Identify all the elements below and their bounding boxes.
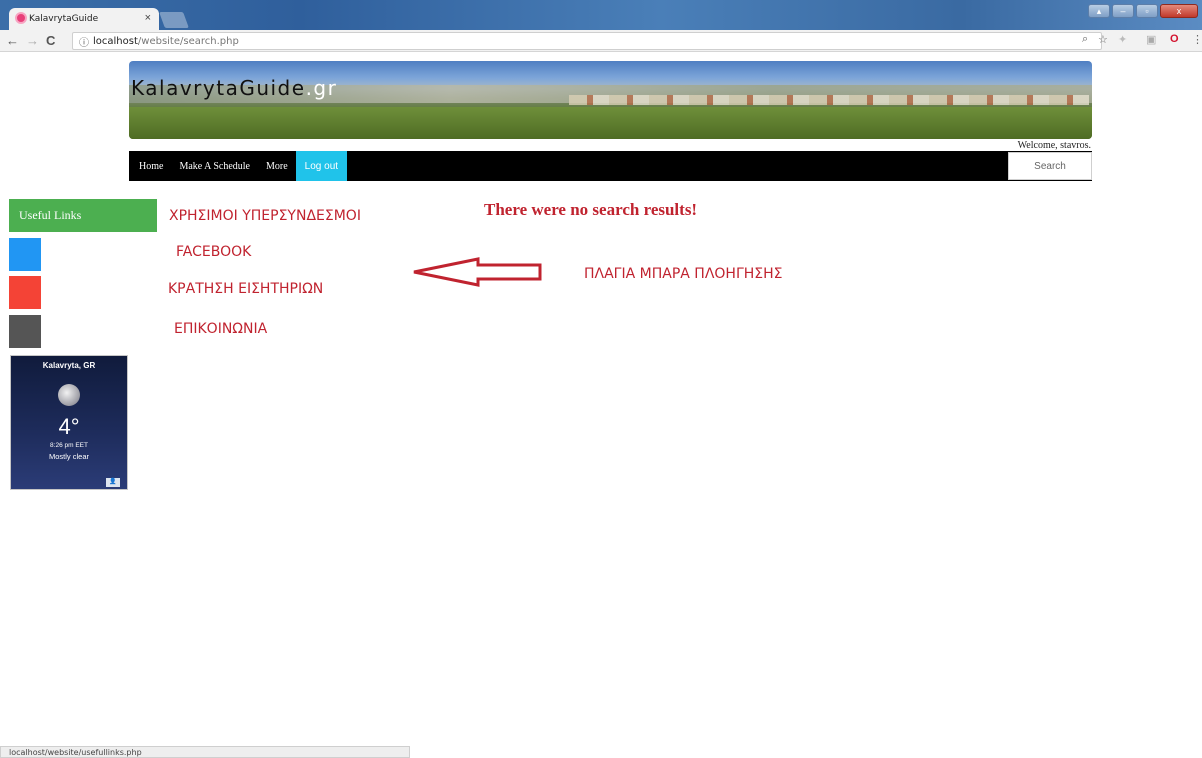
annotation-contact: ΕΠΙΚΟΙΝΩΝΙΑ	[174, 321, 268, 337]
browser-titlebar: KalavrytaGuide × ▴ – ▫ x	[0, 0, 1202, 30]
weather-widget[interactable]: Kalavryta, GR 4° 8:26 pm EET Mostly clea…	[10, 355, 128, 490]
info-icon[interactable]: ⓘ	[79, 34, 89, 49]
status-bar-url: localhost/website/usefullinks.php	[0, 746, 410, 758]
forward-icon[interactable]: →	[26, 33, 39, 48]
annotation-sidebar: ΠΛΑΓΙΑ ΜΠΑΡΑ ΠΛΟΗΓΗΣΗΣ	[584, 266, 783, 282]
site-title[interactable]: KalavrytaGuide.gr	[131, 76, 337, 100]
arrow-left-icon	[413, 257, 542, 287]
maximize-button[interactable]: ▫	[1136, 4, 1158, 18]
menu-icon[interactable]: ⋮	[1192, 33, 1202, 46]
weather-city: Kalavryta, GR	[42, 361, 96, 370]
address-bar[interactable]: ⓘ localhost/website/search.php	[72, 32, 1102, 50]
site-title-name: KalavrytaGuide	[131, 76, 306, 100]
extension-icon[interactable]: ✦	[1118, 33, 1127, 46]
tab-close-icon[interactable]: ×	[145, 12, 151, 24]
nav-make-a-schedule[interactable]: Make A Schedule	[171, 151, 258, 181]
weather-temperature: 4°	[58, 414, 80, 439]
browser-tab[interactable]: KalavrytaGuide ×	[9, 8, 159, 30]
useful-links-header[interactable]: Useful Links	[9, 199, 157, 232]
back-icon[interactable]: ←	[6, 33, 19, 48]
site-title-tld: .gr	[305, 76, 338, 100]
weather-condition: Mostly clear	[48, 452, 89, 461]
annotation-facebook: FACEBOOK	[176, 244, 252, 260]
weather-time: 8:26 pm EET	[50, 442, 88, 449]
annotation-useful-links: ΧΡΗΣΙΜΟΙ ΥΠΕΡΣΥΝΔΕΣΜΟΙ	[169, 208, 361, 224]
annotation-tickets: ΚΡΑΤΗΣΗ ΕΙΣΗΤΗΡΙΩΝ	[168, 281, 324, 297]
nav-more[interactable]: More	[258, 151, 296, 181]
site-banner: KalavrytaGuide.gr	[129, 61, 1092, 139]
url-host: localhost	[93, 35, 138, 47]
browser-toolbar: ← → C ⓘ localhost/website/search.php ⌕ ☆…	[0, 30, 1202, 52]
tab-title: KalavrytaGuide	[29, 14, 99, 24]
sidebar-item-facebook[interactable]	[9, 238, 41, 271]
favicon-icon	[15, 12, 27, 24]
banner-buildings	[569, 95, 1089, 105]
top-navbar: Home Make A Schedule More Log out Search	[129, 151, 1092, 181]
opera-icon[interactable]: O	[1170, 33, 1179, 45]
sidebar-item-ticket-booking[interactable]	[9, 276, 41, 309]
nav-home[interactable]: Home	[129, 151, 171, 181]
close-window-button[interactable]: x	[1160, 4, 1198, 18]
moon-icon	[58, 384, 80, 406]
minimize-button[interactable]: –	[1112, 4, 1134, 18]
weather-user-icon[interactable]: 👤	[106, 478, 120, 487]
welcome-message: Welcome, stavros.	[1017, 140, 1091, 151]
no-results-message: There were no search results!	[484, 200, 698, 219]
search-input[interactable]: Search	[1008, 152, 1092, 180]
new-tab-button[interactable]	[159, 12, 189, 28]
sidebar-item-contact[interactable]	[9, 315, 41, 348]
reload-icon[interactable]: C	[46, 33, 55, 48]
logout-button[interactable]: Log out	[295, 151, 348, 181]
zoom-icon[interactable]: ⌕	[1082, 33, 1088, 46]
window-restore-icon[interactable]: ▴	[1088, 4, 1110, 18]
banner-field	[129, 107, 1092, 139]
window-controls: ▴ – ▫ x	[1088, 4, 1198, 18]
bookmark-star-icon[interactable]: ☆	[1098, 33, 1108, 46]
url-path: /website/search.php	[137, 35, 239, 47]
extension-pdf-icon[interactable]: ▣	[1146, 33, 1156, 46]
